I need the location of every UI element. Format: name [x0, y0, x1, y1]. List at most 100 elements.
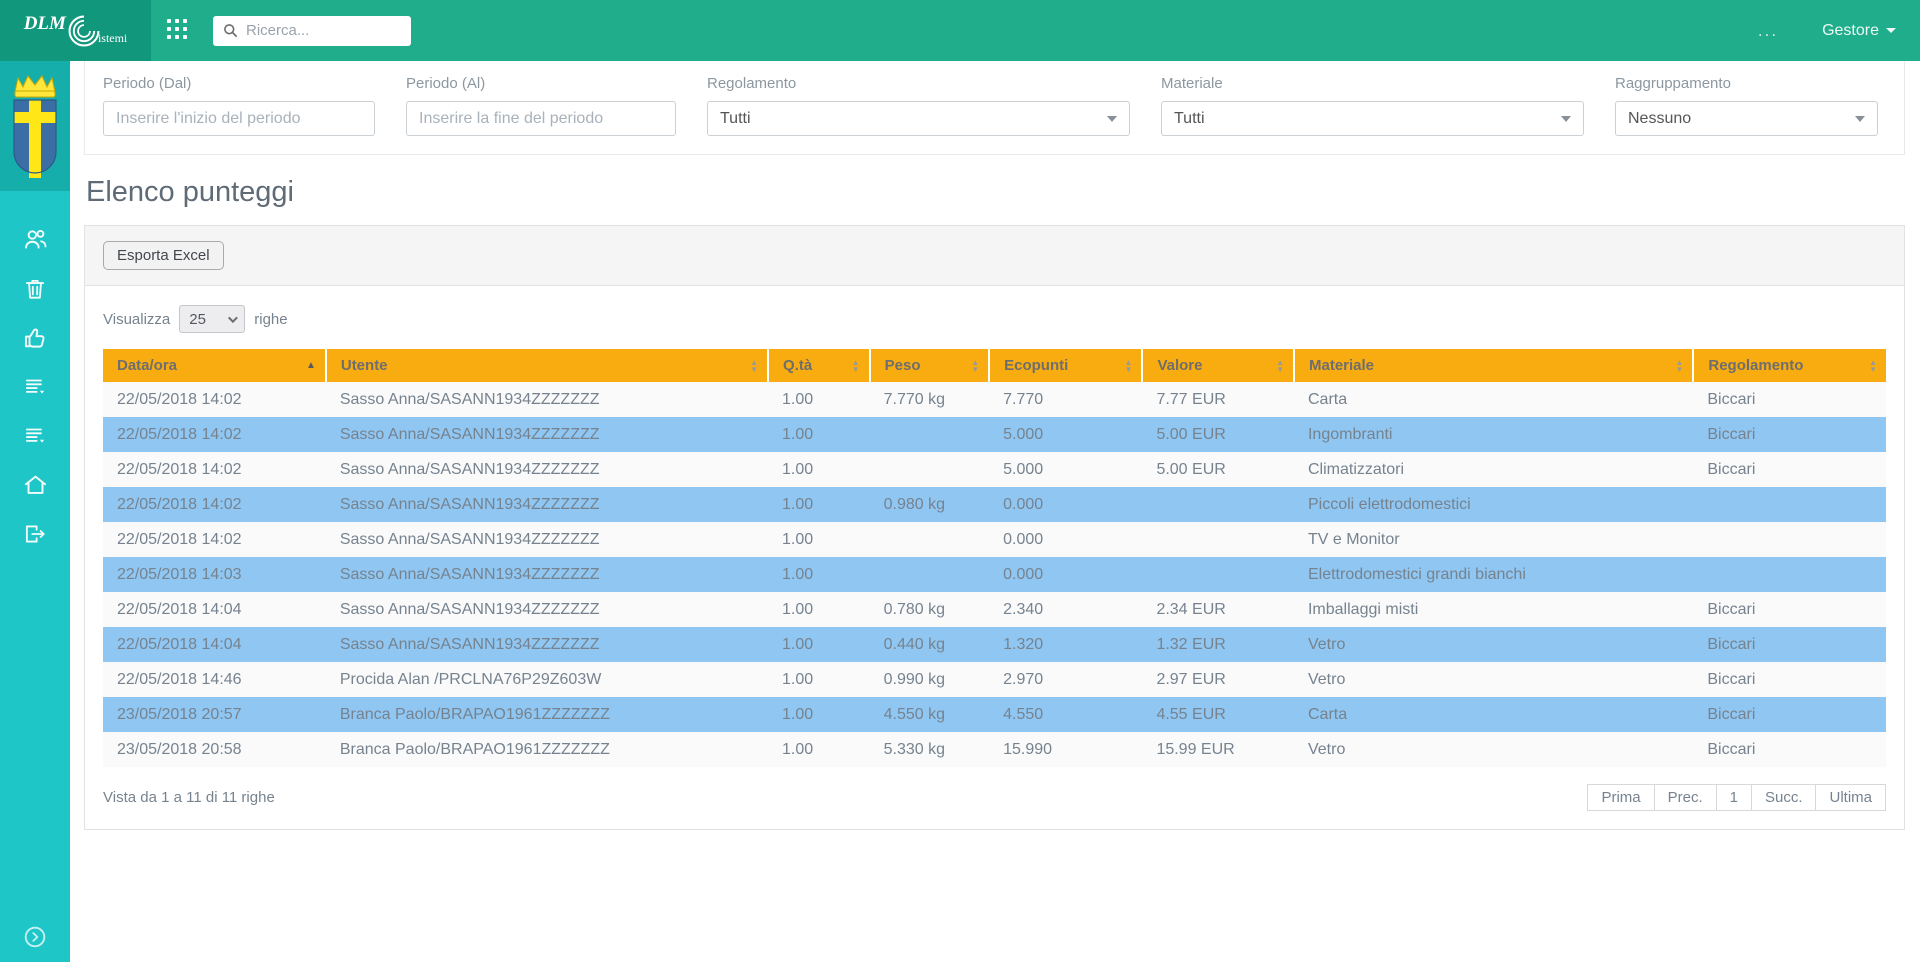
column-header-valore[interactable]: Valore▲▼: [1142, 349, 1294, 382]
table-row[interactable]: 23/05/2018 20:58Branca Paolo/BRAPAO1961Z…: [103, 732, 1886, 767]
table-cell: 5.330 kg: [870, 732, 989, 767]
search-icon: [223, 23, 238, 38]
column-header-utente[interactable]: Utente▲▼: [326, 349, 768, 382]
more-menu[interactable]: ...: [1758, 26, 1778, 36]
apps-grid-icon[interactable]: [167, 19, 191, 43]
column-header-q-t[interactable]: Q.tà▲▼: [768, 349, 870, 382]
table-cell: 1.320: [989, 627, 1142, 662]
table-cell: TV e Monitor: [1294, 522, 1693, 557]
pagination-prec[interactable]: Prec.: [1654, 784, 1717, 811]
column-header-label: Materiale: [1309, 357, 1374, 374]
logo-sistemi-text: istemi: [98, 31, 127, 46]
column-header-data-ora[interactable]: Data/ora▲: [103, 349, 326, 382]
table-cell: Branca Paolo/BRAPAO1961ZZZZZZZ: [326, 732, 768, 767]
table-row[interactable]: 22/05/2018 14:02Sasso Anna/SASANN1934ZZZ…: [103, 487, 1886, 522]
table-cell: 23/05/2018 20:57: [103, 697, 326, 732]
search-input[interactable]: [246, 22, 401, 39]
logo-swirl-icon: [67, 14, 101, 48]
sidebar-item-users[interactable]: [13, 215, 57, 264]
table-row[interactable]: 22/05/2018 14:02Sasso Anna/SASANN1934ZZZ…: [103, 382, 1886, 417]
sidebar-item-home[interactable]: [13, 460, 57, 509]
table-cell: [1693, 522, 1886, 557]
periodo-al-label: Periodo (Al): [406, 75, 676, 92]
table-cell: Sasso Anna/SASANN1934ZZZZZZZ: [326, 382, 768, 417]
raggruppamento-select[interactable]: Nessuno: [1615, 101, 1878, 136]
page-length-select[interactable]: 25: [179, 305, 245, 333]
table-cell: 4.55 EUR: [1142, 697, 1294, 732]
pagination-ultima[interactable]: Ultima: [1815, 784, 1886, 811]
length-suffix-label: righe: [254, 311, 287, 328]
pagination-1[interactable]: 1: [1716, 784, 1752, 811]
column-header-peso[interactable]: Peso▲▼: [870, 349, 989, 382]
table-cell: Sasso Anna/SASANN1934ZZZZZZZ: [326, 417, 768, 452]
sidebar-item-approvals[interactable]: [13, 313, 57, 362]
sidebar: [0, 61, 70, 962]
table-cell: 22/05/2018 14:46: [103, 662, 326, 697]
table-cell: 22/05/2018 14:03: [103, 557, 326, 592]
sidebar-expand-toggle[interactable]: [13, 920, 57, 954]
table-cell: 22/05/2018 14:02: [103, 417, 326, 452]
table-cell: Vetro: [1294, 732, 1693, 767]
pagination-succ[interactable]: Succ.: [1751, 784, 1817, 811]
column-header-label: Q.tà: [783, 357, 812, 374]
table-row[interactable]: 22/05/2018 14:04Sasso Anna/SASANN1934ZZZ…: [103, 592, 1886, 627]
table-row[interactable]: 23/05/2018 20:57Branca Paolo/BRAPAO1961Z…: [103, 697, 1886, 732]
table-cell: 5.000: [989, 452, 1142, 487]
sidebar-item-list-menu-1[interactable]: [13, 362, 57, 411]
table-cell: 5.00 EUR: [1142, 452, 1294, 487]
caret-down-icon: [1107, 116, 1117, 122]
table-cell: Sasso Anna/SASANN1934ZZZZZZZ: [326, 557, 768, 592]
sort-asc-icon: ▲: [306, 361, 316, 371]
table-cell: 22/05/2018 14:02: [103, 382, 326, 417]
table-cell: 0.000: [989, 522, 1142, 557]
sidebar-item-trash[interactable]: [13, 264, 57, 313]
table-row[interactable]: 22/05/2018 14:46Procida Alan /PRCLNA76P2…: [103, 662, 1886, 697]
table-cell: 2.340: [989, 592, 1142, 627]
caret-down-icon: [1855, 116, 1865, 122]
table-cell: 1.00: [768, 522, 870, 557]
table-row[interactable]: 22/05/2018 14:02Sasso Anna/SASANN1934ZZZ…: [103, 417, 1886, 452]
table-cell: 15.990: [989, 732, 1142, 767]
table-cell: 1.00: [768, 487, 870, 522]
column-header-materiale[interactable]: Materiale▲▼: [1294, 349, 1693, 382]
app-logo[interactable]: DLM istemi: [0, 0, 151, 61]
raggruppamento-label: Raggruppamento: [1615, 75, 1878, 92]
sort-both-icon: ▲▼: [1125, 359, 1133, 373]
table-cell: 5.000: [989, 417, 1142, 452]
table-cell: 4.550 kg: [870, 697, 989, 732]
table-row[interactable]: 22/05/2018 14:02Sasso Anna/SASANN1934ZZZ…: [103, 522, 1886, 557]
logo-dlm-text: DLM: [24, 13, 66, 35]
regolamento-select[interactable]: Tutti: [707, 101, 1130, 136]
periodo-al-input[interactable]: [406, 101, 676, 136]
table-cell: Biccari: [1693, 662, 1886, 697]
table-cell: Vetro: [1294, 627, 1693, 662]
table-row[interactable]: 22/05/2018 14:02Sasso Anna/SASANN1934ZZZ…: [103, 452, 1886, 487]
table-cell: 7.77 EUR: [1142, 382, 1294, 417]
sort-both-icon: ▲▼: [1276, 359, 1284, 373]
export-excel-button[interactable]: Esporta Excel: [103, 241, 224, 270]
table-cell: Ingombranti: [1294, 417, 1693, 452]
table-cell: 7.770 kg: [870, 382, 989, 417]
table-cell: 1.00: [768, 662, 870, 697]
table-footer: Vista da 1 a 11 di 11 righe PrimaPrec.1S…: [103, 784, 1886, 811]
column-header-ecopunti[interactable]: Ecopunti▲▼: [989, 349, 1142, 382]
thumbs-up-icon: [22, 324, 49, 351]
navbar-right: ... Gestore: [1758, 22, 1920, 40]
table-cell: Imballaggi misti: [1294, 592, 1693, 627]
table-cell: 0.440 kg: [870, 627, 989, 662]
materiale-select[interactable]: Tutti: [1161, 101, 1584, 136]
table-cell: 1.32 EUR: [1142, 627, 1294, 662]
page-length-control: Visualizza 25 righe: [103, 305, 1886, 333]
pagination-prima[interactable]: Prima: [1587, 784, 1654, 811]
sidebar-item-list-menu-2[interactable]: [13, 411, 57, 460]
main-content: Periodo (Dal) Periodo (Al) Regolamento T…: [70, 61, 1920, 830]
column-header-label: Utente: [341, 357, 388, 374]
column-header-regolamento[interactable]: Regolamento▲▼: [1693, 349, 1886, 382]
filter-raggruppamento: Raggruppamento Nessuno: [1615, 71, 1878, 136]
table-row[interactable]: 22/05/2018 14:04Sasso Anna/SASANN1934ZZZ…: [103, 627, 1886, 662]
sidebar-item-logout[interactable]: [13, 509, 57, 558]
table-row[interactable]: 22/05/2018 14:03Sasso Anna/SASANN1934ZZZ…: [103, 557, 1886, 592]
periodo-dal-input[interactable]: [103, 101, 375, 136]
user-menu[interactable]: Gestore: [1822, 22, 1896, 40]
crest-logo[interactable]: [0, 61, 70, 191]
